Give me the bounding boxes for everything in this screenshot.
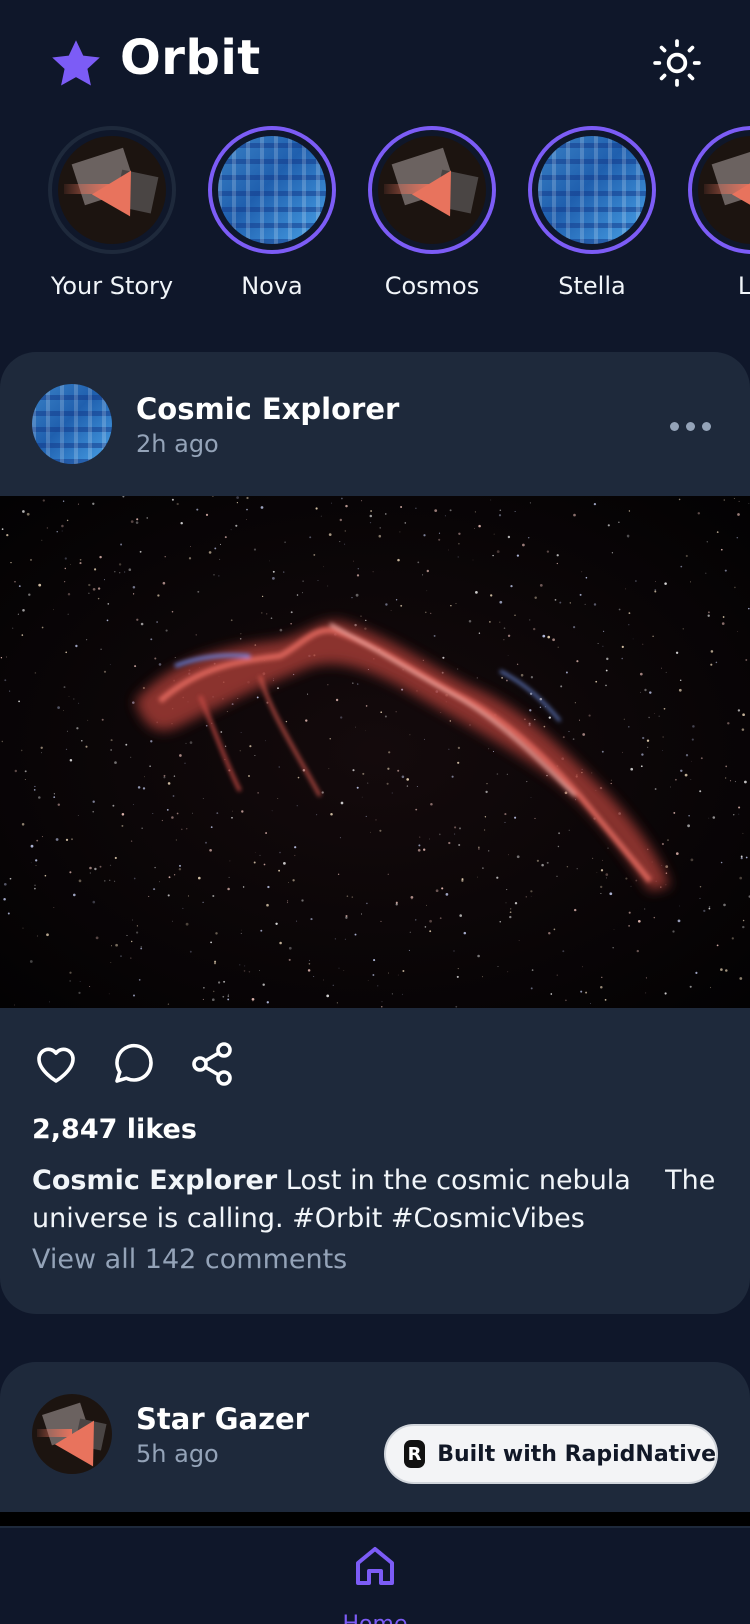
post-card: Cosmic Explorer 2h ago 2,847 likes Cosmi…: [0, 352, 750, 1314]
avatar: [218, 136, 326, 244]
sun-icon[interactable]: [652, 38, 702, 88]
post-time: 2h ago: [136, 430, 219, 458]
stories-row: Your Story Nova Cosmos Stella Lu: [0, 126, 750, 316]
app-title: Orbit: [120, 30, 261, 86]
home-icon: [356, 1547, 394, 1585]
story-ring: [48, 126, 176, 254]
story-cosmos[interactable]: Cosmos: [352, 126, 512, 300]
avatar: [698, 136, 750, 244]
nav-home[interactable]: Home: [335, 1542, 415, 1624]
post-actions: [32, 1040, 332, 1090]
avatar: [58, 136, 166, 244]
story-lu[interactable]: Lu: [672, 126, 750, 300]
nebula-image: [0, 496, 750, 1008]
story-your-story[interactable]: Your Story: [32, 126, 192, 300]
view-comments-link[interactable]: View all 142 comments: [32, 1244, 347, 1275]
avatar: [538, 136, 646, 244]
heart-icon[interactable]: [32, 1040, 80, 1088]
avatar: [378, 136, 486, 244]
built-with-badge[interactable]: R Built with RapidNative: [384, 1424, 718, 1484]
likes-count[interactable]: 2,847 likes: [32, 1114, 197, 1145]
story-name: Your Story: [50, 272, 174, 300]
more-options-icon[interactable]: [670, 416, 714, 436]
story-name: Stella: [558, 272, 626, 300]
post-image[interactable]: [0, 496, 750, 1008]
comment-icon[interactable]: [110, 1040, 158, 1088]
star-icon: [52, 40, 100, 86]
post-caption: Cosmic Explorer Lost in the cosmic nebul…: [32, 1162, 722, 1238]
avatar[interactable]: [32, 1394, 112, 1474]
nav-home-label: Home: [335, 1612, 415, 1624]
story-nova[interactable]: Nova: [192, 126, 352, 300]
bottom-nav: Home: [0, 1526, 750, 1624]
caption-author[interactable]: Cosmic Explorer: [32, 1165, 277, 1196]
rapidnative-logo-icon: R: [404, 1440, 426, 1468]
avatar[interactable]: [32, 384, 112, 464]
share-icon[interactable]: [188, 1040, 236, 1088]
post-author[interactable]: Cosmic Explorer: [136, 392, 399, 426]
post-time: 5h ago: [136, 1440, 219, 1468]
post-author[interactable]: Star Gazer: [136, 1402, 309, 1436]
app-header: Orbit: [0, 0, 750, 120]
story-ring: [528, 126, 656, 254]
story-name: Lu: [737, 272, 750, 300]
story-name: Nova: [241, 272, 303, 300]
story-ring: [688, 126, 750, 254]
story-stella[interactable]: Stella: [512, 126, 672, 300]
story-ring: [368, 126, 496, 254]
story-ring: [208, 126, 336, 254]
story-name: Cosmos: [384, 272, 480, 300]
badge-label: Built with RapidNative: [437, 1441, 716, 1467]
